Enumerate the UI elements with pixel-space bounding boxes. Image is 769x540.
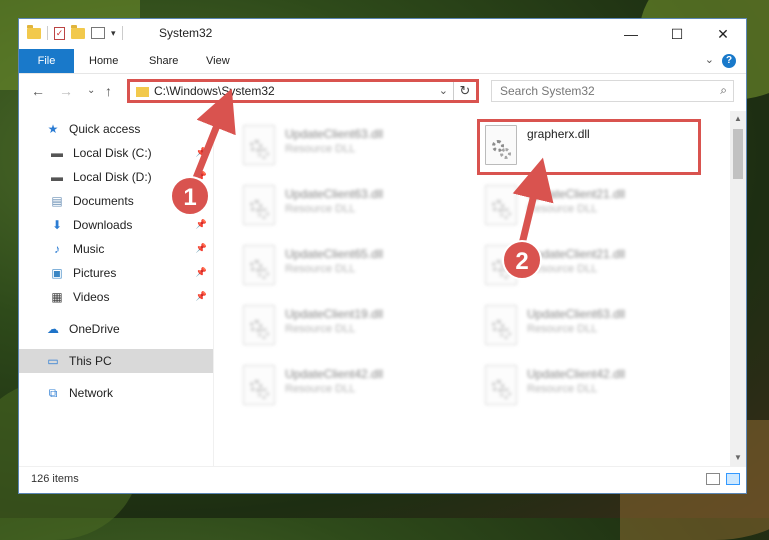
- annotation-arrows: [192, 88, 554, 245]
- step-marker-2: 2: [502, 240, 542, 280]
- step-marker-1: 1: [170, 176, 210, 216]
- arrow-to-grapherx: [512, 157, 554, 245]
- arrow-to-address-bar: [192, 88, 236, 180]
